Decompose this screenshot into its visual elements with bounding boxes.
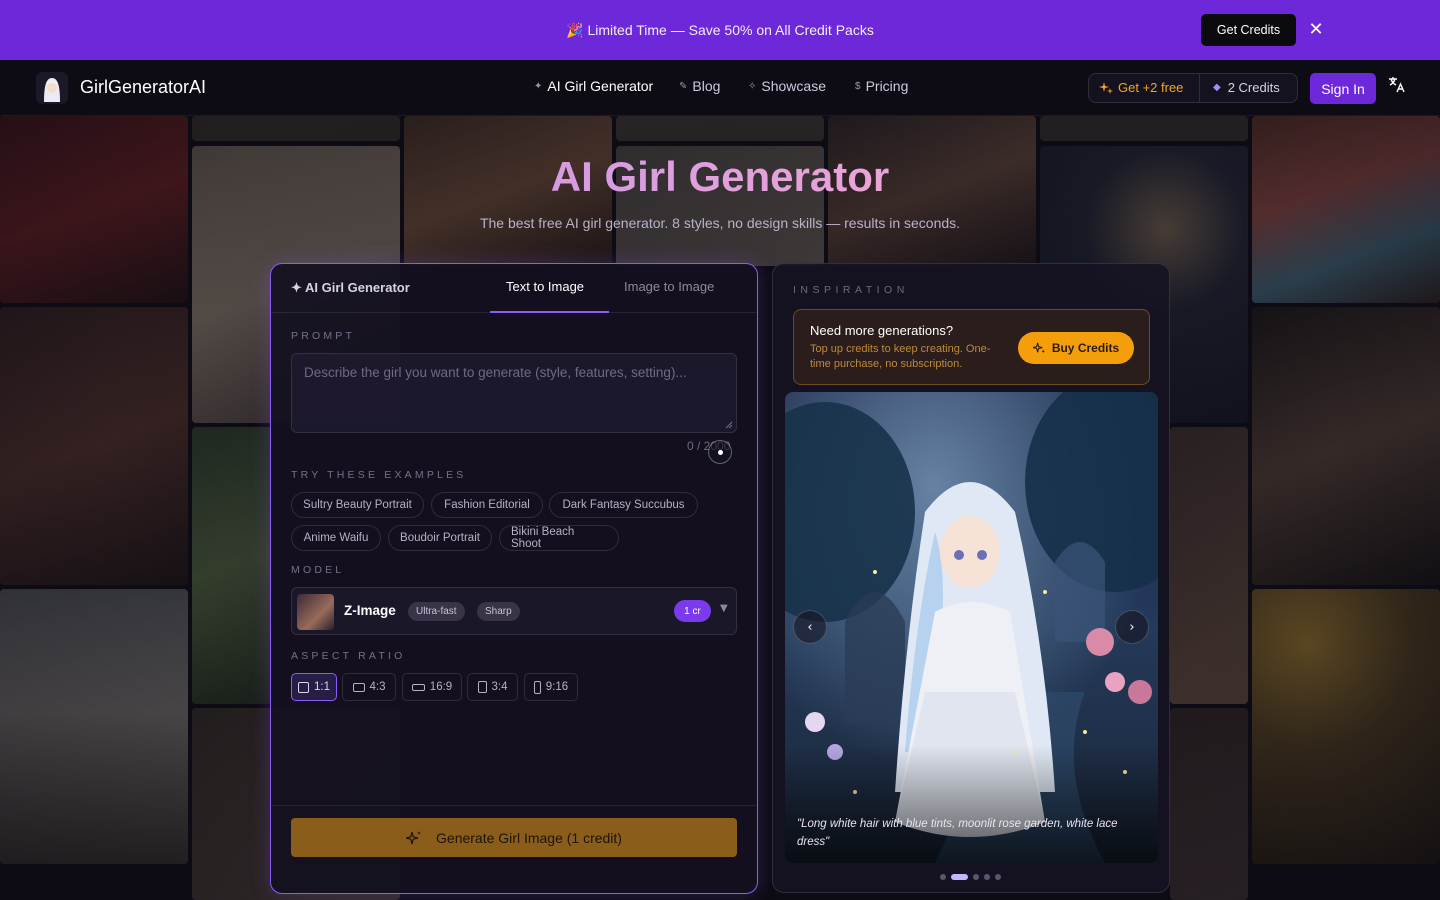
portrait-icon — [477, 681, 487, 693]
get-credits-button[interactable]: Get Credits — [1201, 14, 1296, 46]
sign-in-button[interactable]: Sign In — [1310, 73, 1376, 104]
sparkle-icon: ✧ — [748, 80, 757, 92]
landscape-icon — [352, 682, 365, 692]
carousel-dot-active[interactable] — [951, 874, 968, 880]
upsell-description: Top up credits to keep creating. One-tim… — [810, 343, 991, 370]
aspect-1-1[interactable]: 1:1 — [291, 673, 337, 701]
active-tab-indicator — [490, 311, 609, 313]
carousel-dot[interactable] — [995, 874, 1001, 880]
model-cost-badge: 1 cr — [674, 600, 711, 622]
translate-icon[interactable] — [1388, 76, 1405, 97]
example-chip[interactable]: Dark Fantasy Succubus — [549, 492, 698, 518]
example-chip[interactable]: Boudoir Portrait — [388, 525, 492, 551]
aspect-3-4[interactable]: 3:4 — [467, 673, 518, 701]
promo-text: 🎉 Limited Time — Save 50% on All Credit … — [566, 21, 874, 38]
carousel-dot[interactable] — [973, 874, 979, 880]
diamond-icon: ◆ — [1213, 82, 1221, 93]
model-tag: Sharp — [477, 602, 520, 621]
nav-showcase[interactable]: ✧ Showcase — [748, 78, 826, 94]
promo-banner: 🎉 Limited Time — Save 50% on All Credit … — [0, 0, 1440, 60]
example-chip[interactable]: Bikini Beach Shoot — [499, 525, 619, 551]
inspiration-label: INSPIRATION — [793, 284, 909, 296]
aspect-16-9[interactable]: 16:9 — [402, 673, 462, 701]
dollar-icon: $ — [855, 80, 861, 92]
example-chip[interactable]: Fashion Editorial — [431, 492, 543, 518]
aspect-ratio-label: ASPECT RATIO — [291, 650, 406, 662]
sparkles-icon — [1032, 342, 1045, 353]
generator-title: ✦ AI Girl Generator — [291, 280, 410, 295]
sparkles-icon — [1099, 81, 1113, 94]
tab-text-to-image[interactable]: Text to Image — [506, 279, 584, 294]
carousel-prev-button[interactable]: ‹ — [793, 610, 827, 644]
nav-pricing[interactable]: $ Pricing — [855, 78, 908, 94]
buy-credits-button[interactable]: Buy Credits — [1018, 332, 1134, 364]
prompt-label: PROMPT — [291, 330, 356, 342]
get-free-credits-button[interactable]: Get +2 free — [1099, 80, 1183, 95]
upsell-title: Need more generations? — [810, 323, 954, 338]
page-subtitle: The best free AI girl generator. 8 style… — [479, 215, 961, 231]
example-chip[interactable]: Sultry Beauty Portrait — [291, 492, 424, 518]
model-tag: Ultra-fast — [408, 602, 465, 621]
examples-label: TRY THESE EXAMPLES — [291, 469, 467, 481]
nav-ai-girl-generator[interactable]: ✦ AI Girl Generator — [534, 78, 653, 94]
cursor-indicator-icon — [708, 440, 732, 464]
prompt-input[interactable]: Describe the girl you want to generate (… — [291, 353, 737, 433]
generator-header: ✦ AI Girl Generator Text to Image Image … — [271, 264, 757, 313]
generate-button[interactable]: Generate Girl Image (1 credit) — [291, 818, 737, 857]
generator-panel: ✦ AI Girl Generator Text to Image Image … — [270, 263, 758, 894]
chevron-down-icon: ▼ — [720, 603, 728, 614]
credits-balance[interactable]: ◆ 2 Credits — [1213, 80, 1280, 95]
tab-image-to-image[interactable]: Image to Image — [624, 279, 714, 294]
close-icon[interactable]: ✕ — [1307, 20, 1325, 40]
model-thumbnail — [297, 594, 334, 630]
inspiration-panel: INSPIRATION Need more generations? Top u… — [772, 263, 1170, 893]
upsell-card: Need more generations? Top up credits to… — [793, 309, 1150, 385]
site-header: GirlGeneratorAI ✦ AI Girl Generator ✎ Bl… — [0, 60, 1440, 116]
carousel-next-button[interactable]: › — [1115, 610, 1149, 644]
carousel-dot[interactable] — [984, 874, 990, 880]
model-selector[interactable]: Z-Image Ultra-fast Sharp 1 cr ▼ — [291, 587, 737, 635]
wide-icon — [411, 683, 425, 691]
credits-pill: Get +2 free ◆ 2 Credits — [1088, 73, 1298, 103]
tall-icon — [533, 680, 541, 694]
page-title: AI Girl Generator — [0, 153, 1440, 201]
carousel-dots — [940, 874, 1001, 880]
nav-blog[interactable]: ✎ Blog — [679, 78, 720, 94]
aspect-4-3[interactable]: 4:3 — [342, 673, 396, 701]
aspect-9-16[interactable]: 9:16 — [524, 673, 578, 701]
example-chip[interactable]: Anime Waifu — [291, 525, 381, 551]
pencil-icon: ✎ — [679, 80, 688, 92]
model-label: MODEL — [291, 564, 345, 576]
carousel-dot[interactable] — [940, 874, 946, 880]
prompt-placeholder: Describe the girl you want to generate (… — [304, 365, 687, 380]
model-name: Z-Image — [344, 603, 396, 618]
sparkles-icon — [406, 830, 422, 844]
resize-handle-icon[interactable] — [725, 421, 733, 429]
showcase-image: ‹ › "Long white hair with blue tints, mo… — [785, 392, 1158, 863]
square-icon — [298, 681, 309, 693]
sparkle-icon: ✦ — [534, 80, 543, 92]
logo-icon[interactable] — [36, 72, 68, 104]
brand-name[interactable]: GirlGeneratorAI — [80, 77, 206, 98]
showcase-caption: "Long white hair with blue tints, moonli… — [797, 818, 1118, 848]
